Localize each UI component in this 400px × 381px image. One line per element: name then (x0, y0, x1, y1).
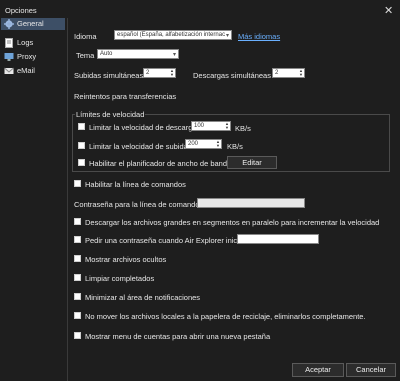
spinner-icon[interactable]: ▲ ▼ (299, 69, 303, 77)
limitar-descarga-input[interactable]: 100 ▲ ▼ (191, 121, 231, 131)
sidebar: General Logs Proxy eMail (0, 18, 68, 381)
descargar-grandes-checkbox[interactable] (74, 218, 81, 225)
limitar-descarga-unit: KB/s (235, 124, 251, 133)
linea-comandos-checkbox[interactable] (74, 180, 81, 187)
tema-select[interactable]: Auto ▾ (97, 49, 179, 59)
sidebar-item-label: General (17, 19, 44, 28)
mostrar-menu-checkbox[interactable] (74, 332, 81, 339)
window-title: Opciones (5, 6, 37, 15)
limites-title: Límites de velocidad (75, 110, 146, 119)
idioma-label: Idioma (74, 32, 97, 41)
sidebar-item-label: Logs (17, 38, 34, 47)
title-bar: Opciones ✕ (0, 0, 400, 20)
pedir-contrasena-checkbox[interactable] (74, 236, 81, 243)
limpiar-checkbox[interactable] (74, 274, 81, 281)
no-mover-label: No mover los archivos locales a la papel… (85, 312, 366, 321)
limpiar-label: Limpiar completados (85, 274, 155, 283)
sidebar-item-general[interactable]: General (1, 18, 65, 30)
subidas-stepper[interactable]: 2 ▲ ▼ (143, 68, 176, 78)
cancelar-button[interactable]: Cancelar (346, 363, 396, 377)
no-mover-checkbox[interactable] (74, 312, 81, 319)
limitar-subida-value: 200 (188, 141, 199, 147)
limitar-subida-input[interactable]: 200 ▲ ▼ (185, 139, 222, 149)
subidas-value: 2 (146, 70, 150, 76)
close-icon[interactable]: ✕ (384, 4, 393, 17)
mas-idiomas-link[interactable]: Más idiomas (238, 32, 280, 41)
email-icon (4, 67, 14, 74)
spinner-icon[interactable]: ▲ ▼ (170, 69, 174, 77)
pedir-contrasena-input[interactable] (237, 234, 319, 244)
planificador-label: Habilitar el planificador de ancho de ba… (89, 159, 232, 168)
sidebar-item-logs[interactable]: Logs (1, 37, 65, 49)
gear-icon (4, 19, 14, 29)
descargar-grandes-label: Descargar los archivos grandes en segmen… (85, 218, 380, 227)
mostrar-menu-label: Mostrar menu de cuentas para abrir una n… (85, 332, 271, 341)
idioma-value: español (España, alfabetización internac (117, 32, 226, 38)
mostrar-ocultos-checkbox[interactable] (74, 255, 81, 262)
limitar-descarga-value: 100 (194, 123, 205, 129)
chevron-down-icon: ▾ (172, 52, 176, 58)
idioma-select[interactable]: español (España, alfabetización internac… (114, 30, 232, 40)
mostrar-ocultos-label: Mostrar archivos ocultos (85, 255, 167, 264)
limitar-subida-label: Limitar la velocidad de subida (89, 142, 188, 151)
logs-icon (5, 38, 13, 48)
tema-label: Tema (76, 51, 95, 60)
aceptar-button[interactable]: Aceptar (292, 363, 344, 377)
descargas-label: Descargas simultáneas (193, 71, 271, 80)
limitar-descarga-checkbox[interactable] (78, 123, 85, 130)
sidebar-item-label: Proxy (17, 52, 37, 61)
linea-comandos-label: Habilitar la línea de comandos (85, 180, 186, 189)
spinner-icon[interactable]: ▲ ▼ (216, 140, 220, 148)
minimizar-checkbox[interactable] (74, 293, 81, 300)
pedir-contrasena-label: Pedir una contraseña cuando Air Explorer… (85, 236, 244, 245)
sidebar-item-proxy[interactable]: Proxy (1, 51, 65, 63)
proxy-icon (4, 53, 14, 61)
limitar-subida-checkbox[interactable] (78, 142, 85, 149)
editar-button[interactable]: Editar (227, 156, 277, 169)
subidas-label: Subidas simultáneas (74, 71, 144, 80)
sidebar-item-label: eMail (17, 66, 35, 75)
reintentos-label: Reintentos para transferencias (74, 92, 177, 101)
planificador-checkbox[interactable] (78, 159, 85, 166)
limitar-descarga-label: Limitar la velocidad de descarga (89, 123, 197, 132)
tema-value: Auto (100, 51, 113, 57)
minimizar-label: Minimizar al área de notificaciones (85, 293, 201, 302)
limitar-subida-unit: KB/s (227, 142, 243, 151)
contrasena-linea-label: Contraseña para la línea de comandos (74, 200, 204, 209)
chevron-down-icon: ▾ (225, 33, 229, 39)
contrasena-linea-input[interactable] (197, 198, 305, 208)
descargas-value: 2 (275, 70, 279, 76)
spinner-icon[interactable]: ▲ ▼ (225, 122, 229, 130)
sidebar-item-email[interactable]: eMail (1, 65, 65, 77)
descargas-stepper[interactable]: 2 ▲ ▼ (272, 68, 305, 78)
